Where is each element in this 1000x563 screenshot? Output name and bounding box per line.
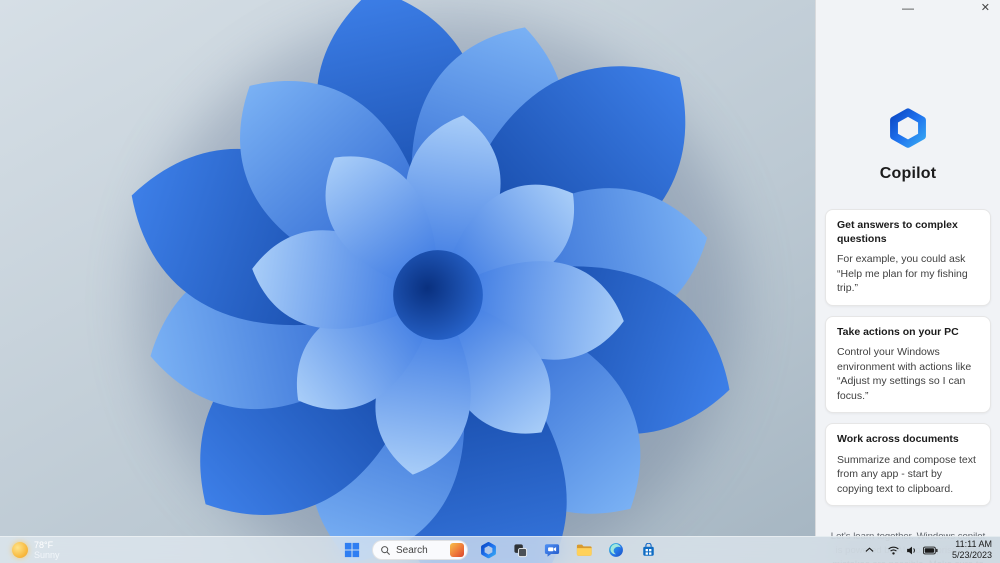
tray-overflow-button[interactable] — [862, 543, 877, 557]
battery-icon — [922, 546, 938, 554]
copilot-icon — [480, 541, 496, 558]
microsoft-store-button[interactable] — [636, 538, 660, 562]
clock-date: 5/23/2023 — [951, 550, 992, 560]
suggestion-card-answers[interactable]: Get answers to complex questions For exa… — [825, 209, 991, 306]
card-body: Summarize and compose text from any app … — [837, 453, 976, 495]
chat-button[interactable] — [540, 538, 564, 562]
search-icon — [381, 545, 390, 555]
windows-logo-icon — [344, 542, 360, 558]
taskbar-center: Search — [340, 537, 660, 563]
suggestion-card-actions[interactable]: Take actions on your PC Control your Win… — [825, 315, 991, 414]
edge-icon — [609, 543, 623, 557]
search-highlight-thumbnail — [450, 543, 464, 557]
task-view-icon — [513, 543, 527, 557]
edge-button[interactable] — [604, 538, 628, 562]
taskbar-copilot-button[interactable] — [476, 538, 500, 562]
card-body: For example, you could ask “Help me plan… — [837, 253, 968, 295]
weather-text: 78°F Sunny — [34, 540, 60, 561]
copilot-panel: — ✕ Copilot Get answers to complex quest… — [815, 0, 1000, 563]
file-explorer-button[interactable] — [572, 538, 596, 562]
copilot-hero: Copilot — [816, 108, 1000, 183]
suggestion-card-documents[interactable]: Work across documents Summarize and comp… — [825, 423, 991, 507]
card-title: Work across documents — [837, 433, 959, 446]
card-title: Get answers to complex questions — [837, 219, 958, 245]
weather-condition: Sunny — [34, 550, 60, 560]
network-volume-battery-button[interactable] — [884, 542, 941, 559]
task-view-button[interactable] — [508, 538, 532, 562]
wifi-icon — [888, 546, 899, 555]
weather-temperature: 78°F — [34, 539, 54, 550]
chat-icon — [544, 544, 560, 557]
chevron-up-icon — [865, 547, 874, 552]
copilot-panel-titlebar: — ✕ — [816, 0, 1000, 18]
taskbar: 78°F Sunny Search 11:11 AM 5/23/2023 — [0, 536, 1000, 563]
minimize-button[interactable]: — — [896, 0, 920, 16]
clock[interactable]: 11:11 AM 5/23/2023 — [948, 539, 996, 561]
start-button[interactable] — [340, 538, 364, 562]
search-box[interactable]: Search — [372, 540, 468, 560]
sun-icon — [12, 542, 28, 558]
microsoft-store-icon — [642, 542, 654, 556]
copilot-suggestion-cards: Get answers to complex questions For exa… — [816, 209, 1000, 516]
card-body: Control your Windows environment with ac… — [837, 346, 972, 402]
desktop-screen: — ✕ Copilot Get answers to complex quest… — [0, 0, 1000, 563]
weather-widget[interactable]: 78°F Sunny — [6, 537, 66, 563]
volume-icon — [907, 546, 915, 554]
copilot-logo-icon — [887, 108, 929, 150]
copilot-title: Copilot — [879, 165, 937, 182]
search-placeholder: Search — [396, 544, 428, 556]
close-button[interactable]: ✕ — [977, 0, 994, 16]
clock-time: 11:11 AM — [955, 539, 992, 550]
file-explorer-icon — [576, 544, 592, 556]
card-title: Take actions on your PC — [837, 325, 959, 338]
system-tray: 11:11 AM 5/23/2023 — [862, 537, 996, 563]
